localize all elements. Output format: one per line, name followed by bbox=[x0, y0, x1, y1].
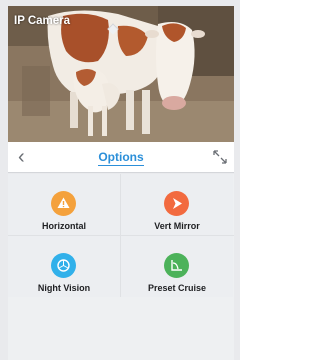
preset-cruise-button[interactable]: Preset Cruise bbox=[121, 236, 233, 297]
options-tab[interactable]: Options bbox=[8, 150, 234, 166]
app-screen: IP Camera ‹ Options Horizontal Vert Mirr… bbox=[0, 0, 240, 360]
camera-title: IP Camera bbox=[14, 15, 71, 27]
lens-icon bbox=[51, 253, 76, 278]
horizontal-label: Horizontal bbox=[42, 221, 86, 231]
camera-video-feed[interactable]: IP Camera bbox=[8, 6, 234, 142]
vert-mirror-label: Vert Mirror bbox=[154, 221, 200, 231]
preset-cruise-label: Preset Cruise bbox=[147, 283, 207, 293]
grid-divider-horizontal bbox=[8, 235, 234, 236]
route-chart-icon bbox=[164, 253, 189, 278]
night-vision-label: Night Vision bbox=[37, 283, 91, 293]
expand-icon[interactable] bbox=[212, 149, 228, 165]
vert-mirror-button[interactable]: Vert Mirror bbox=[121, 174, 233, 235]
warning-triangle-icon bbox=[51, 191, 76, 216]
options-toolbar: ‹ Options bbox=[8, 142, 234, 173]
options-tab-label[interactable]: Options bbox=[98, 150, 144, 166]
play-arrow-icon bbox=[164, 191, 189, 216]
options-panel: Horizontal Vert Mirror Night Vision Pres… bbox=[8, 174, 234, 360]
night-vision-button[interactable]: Night Vision bbox=[8, 236, 120, 297]
horizontal-flip-button[interactable]: Horizontal bbox=[8, 174, 120, 235]
